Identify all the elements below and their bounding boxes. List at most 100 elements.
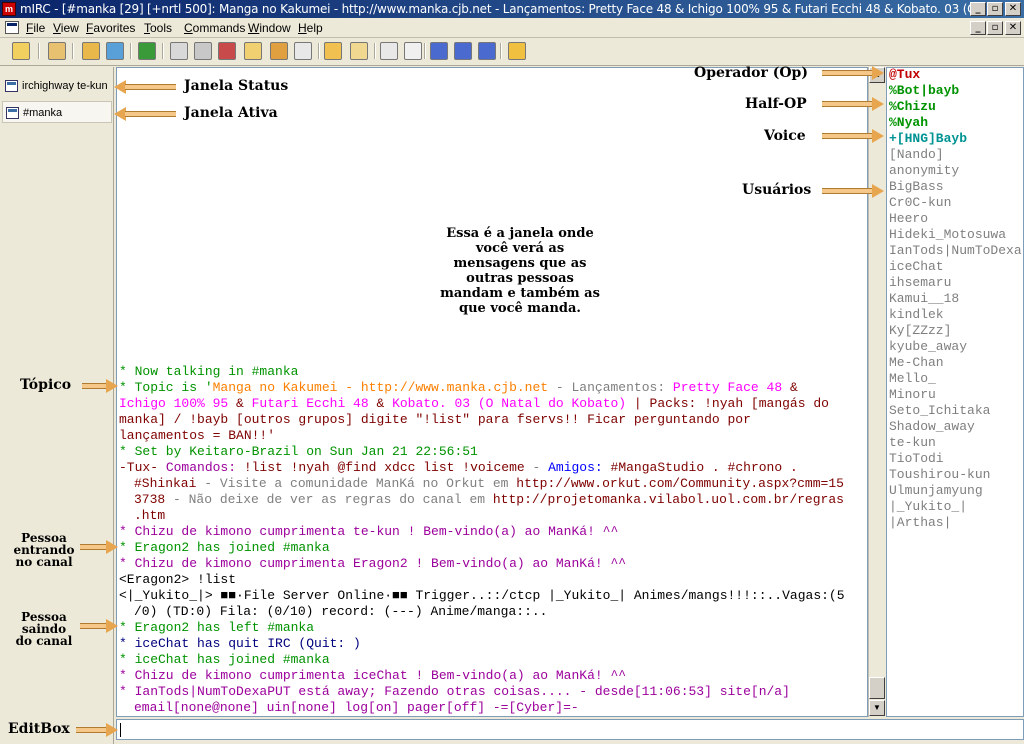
nick-user[interactable]: |_Yukito_| bbox=[889, 499, 967, 515]
address-book-icon[interactable] bbox=[106, 42, 124, 60]
annotation-topic: Tópico bbox=[20, 377, 72, 393]
switch-item-channel-label: #manka bbox=[23, 107, 63, 119]
colors-icon[interactable] bbox=[218, 42, 236, 60]
nick-user[interactable]: Seto_Ichitaka bbox=[889, 403, 990, 419]
nick-user[interactable]: Mello_ bbox=[889, 371, 936, 387]
menu-commands[interactable]: Commands bbox=[184, 21, 245, 35]
mdi-restore-button[interactable]: ▫ bbox=[987, 21, 1003, 35]
notes-icon[interactable] bbox=[350, 42, 368, 60]
notice-sender: -Tux- bbox=[119, 460, 166, 475]
nick-user[interactable]: Minoru bbox=[889, 387, 936, 403]
options-icon[interactable] bbox=[48, 42, 66, 60]
nick-user[interactable]: |Arthas| bbox=[889, 515, 951, 531]
help-icon[interactable] bbox=[508, 42, 526, 60]
nick-user[interactable]: TioTodi bbox=[889, 451, 944, 467]
mirc-app-icon[interactable]: m bbox=[2, 2, 16, 16]
maximize-button[interactable]: ▫ bbox=[987, 2, 1003, 16]
nick-halfop[interactable]: %Bot|bayb bbox=[889, 83, 959, 99]
scroll-thumb[interactable] bbox=[869, 677, 885, 699]
chat-line: /0) (TD:0) Fila: (0/10) record: (---) An… bbox=[134, 604, 548, 619]
chat-line: * Chizu de kimono cumprimenta te-kun ! B… bbox=[119, 524, 619, 539]
nick-user[interactable]: BigBass bbox=[889, 179, 944, 195]
orkut-link[interactable]: http://www.orkut.com/Community.aspx?cmm=… bbox=[516, 476, 844, 491]
rules-link[interactable]: http://projetomanka.vilabol.uol.com.br/r… bbox=[493, 492, 844, 507]
nick-user[interactable]: Cr0C-kun bbox=[889, 195, 951, 211]
annotation-halfop: Half-OP bbox=[745, 96, 807, 112]
nick-user[interactable]: Kamui__18 bbox=[889, 291, 959, 307]
toolbar bbox=[0, 38, 1024, 66]
tile-horizontal-icon[interactable] bbox=[430, 42, 448, 60]
url-catcher-icon[interactable] bbox=[380, 42, 398, 60]
menu-help[interactable]: Help bbox=[298, 21, 323, 35]
cascade-icon[interactable] bbox=[478, 42, 496, 60]
chat-line: * Topic is 'Manga no Kakumei - http://ww… bbox=[119, 380, 867, 396]
nick-user[interactable]: iceChat bbox=[889, 259, 944, 275]
chat-window[interactable]: Essa é a janela onde você verá as mensag… bbox=[116, 67, 868, 717]
chat-line[interactable]: .htm bbox=[119, 508, 867, 524]
nick-user[interactable]: Shadow_away bbox=[889, 419, 975, 435]
chat-line: #Shinkai - Visite a comunidade ManKá no … bbox=[119, 476, 867, 492]
chat-scrollbar[interactable]: ▲ ▼ bbox=[868, 67, 885, 717]
minimize-button[interactable]: _ bbox=[970, 2, 986, 16]
connect-icon[interactable] bbox=[12, 42, 30, 60]
chat-line: * Chizu de kimono cumprimenta iceChat ! … bbox=[119, 668, 627, 683]
mdi-close-button[interactable]: ✕ bbox=[1005, 21, 1021, 35]
dcc-send-icon[interactable] bbox=[244, 42, 262, 60]
chat-line: * Set by Keitaro-Brazil on Sun Jan 21 22… bbox=[119, 444, 478, 459]
menu-tools[interactable]: Tools bbox=[144, 21, 172, 35]
switch-item-channel[interactable]: #manka bbox=[2, 101, 112, 123]
notify-icon[interactable] bbox=[194, 42, 212, 60]
nick-halfop[interactable]: %Chizu bbox=[889, 99, 936, 115]
dcc-options-icon[interactable] bbox=[294, 42, 312, 60]
dcc-chat-icon[interactable] bbox=[270, 42, 288, 60]
nick-user[interactable]: anonymity bbox=[889, 163, 959, 179]
toolbar-separator bbox=[72, 43, 74, 59]
document-icon[interactable] bbox=[5, 21, 19, 34]
menu-bar: File View Favorites Tools Commands Windo… bbox=[0, 18, 1024, 38]
tile-vertical-icon[interactable] bbox=[454, 42, 472, 60]
orkut-link-cont[interactable]: 3738 bbox=[134, 492, 165, 507]
nick-user[interactable]: kindlek bbox=[889, 307, 944, 323]
channels-folder-icon[interactable] bbox=[82, 42, 100, 60]
close-button[interactable]: ✕ bbox=[1005, 2, 1021, 16]
notice-commands: !list !nyah @find xdcc list !voiceme bbox=[243, 460, 525, 475]
chat-line: email[none@none] uin[none] log[on] pager… bbox=[134, 700, 579, 715]
topic-release: Ichigo 100% 95 bbox=[119, 396, 229, 411]
nick-user[interactable]: Toushirou-kun bbox=[889, 467, 990, 483]
nick-user[interactable]: te-kun bbox=[889, 435, 936, 451]
menu-view[interactable]: View bbox=[53, 21, 79, 35]
remote-icon[interactable] bbox=[138, 42, 156, 60]
menu-file[interactable]: File bbox=[26, 21, 45, 35]
nick-user[interactable]: Heero bbox=[889, 211, 928, 227]
menu-favorites[interactable]: Favorites bbox=[86, 21, 135, 35]
nick-voice[interactable]: +[HNG]Bayb bbox=[889, 131, 967, 147]
nick-user[interactable]: Hideki_Motosuwa bbox=[889, 227, 1006, 243]
annotation-arrow bbox=[114, 80, 176, 94]
nick-user[interactable]: IanTods|NumToDexa bbox=[889, 243, 1022, 259]
nick-user[interactable]: ihsemaru bbox=[889, 275, 951, 291]
mdi-minimize-button[interactable]: _ bbox=[970, 21, 986, 35]
nick-user[interactable]: Ulmunjamyung bbox=[889, 483, 983, 499]
scroll-down-button[interactable]: ▼ bbox=[869, 700, 885, 716]
nick-halfop[interactable]: %Nyah bbox=[889, 115, 928, 131]
notice-sep: - bbox=[524, 460, 549, 475]
menu-window[interactable]: Window bbox=[248, 21, 291, 35]
topic-prefix: * Topic is ' bbox=[119, 380, 213, 395]
url-icon[interactable] bbox=[404, 42, 422, 60]
topic-release: Futari Ecchi 48 bbox=[251, 396, 369, 411]
notice-text: - Visite a comunidade ManKá no Orkut em bbox=[196, 476, 517, 491]
list-channels-icon[interactable] bbox=[170, 42, 188, 60]
log-icon[interactable] bbox=[324, 42, 342, 60]
switch-item-status[interactable]: irchighway te-kun bbox=[2, 75, 112, 97]
nick-user[interactable]: Ky[ZZzz] bbox=[889, 323, 951, 339]
nick-user[interactable]: Me-Chan bbox=[889, 355, 944, 371]
nick-user[interactable]: [Nando] bbox=[889, 147, 944, 163]
edit-box[interactable] bbox=[116, 719, 1024, 740]
toolbar-separator bbox=[374, 43, 376, 59]
window-title: mIRC - [#manka [29] [+nrtl 500]: Manga n… bbox=[20, 2, 985, 16]
chat-line: -Tux- Comandos: !list !nyah @find xdcc l… bbox=[119, 460, 867, 476]
nick-user[interactable]: kyube_away bbox=[889, 339, 967, 355]
nick-list[interactable]: @Tux %Bot|bayb %Chizu %Nyah +[HNG]Bayb [Nando… bbox=[886, 67, 1024, 717]
notice-commands-label: Comandos: bbox=[165, 460, 244, 475]
nick-op[interactable]: @Tux bbox=[889, 68, 920, 83]
